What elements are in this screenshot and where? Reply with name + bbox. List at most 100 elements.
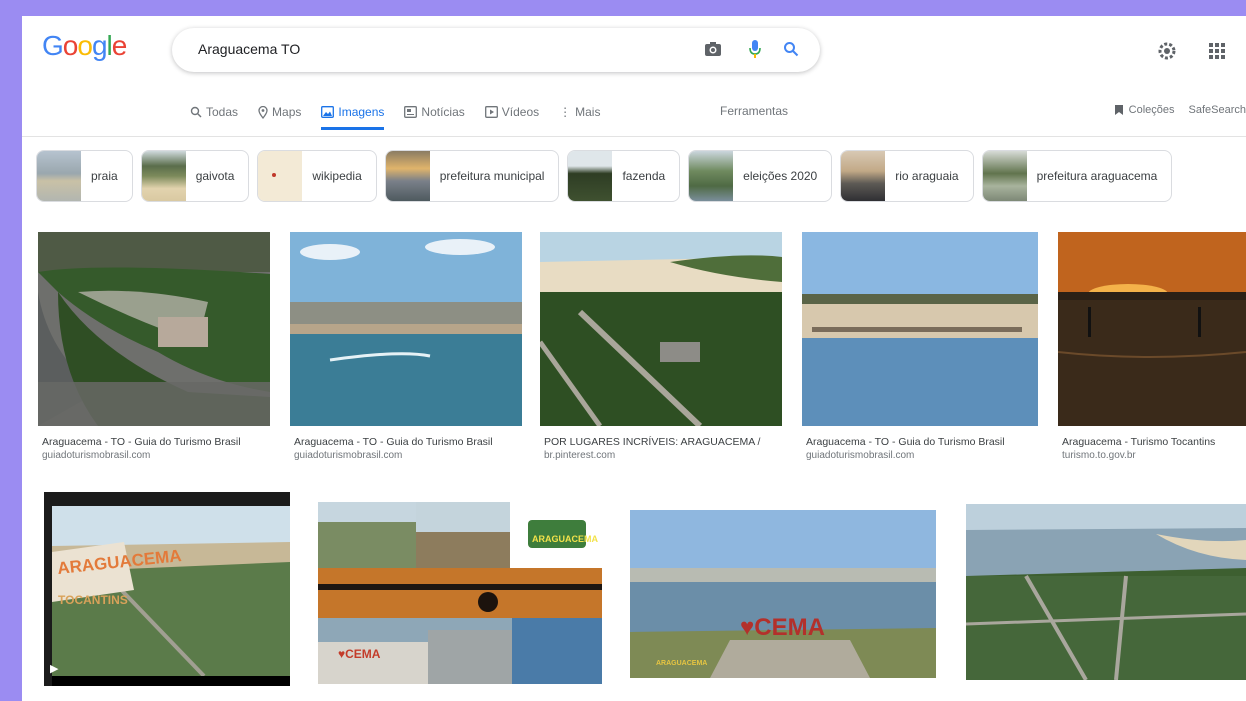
image-result[interactable]: POR LUGARES INCRÍVEIS: ARAGUACEMA / br.p… — [540, 232, 784, 462]
result-title[interactable]: Araguacema - TO - Guia do Turismo Brasil — [806, 436, 1042, 448]
overlay-title: ♥CEMA — [740, 614, 825, 641]
search-tabs: Todas Maps Imagens Notícias Vídeos ⋮ Mai… — [190, 102, 620, 130]
logo-letter: e — [111, 30, 128, 61]
result-thumbnail[interactable] — [966, 504, 1246, 680]
header-right-links: Coleções SafeSearch — [1114, 104, 1246, 116]
bookmark-icon — [1114, 105, 1123, 115]
search-icon — [190, 106, 202, 118]
tab-maps[interactable]: Maps — [258, 102, 301, 130]
chip-thumbnail — [141, 151, 186, 201]
news-icon — [404, 106, 418, 118]
thumbnail-overlay: ARAGUACEMA ♥CEMA — [338, 534, 598, 661]
result-title[interactable]: Araguacema - TO - Guia do Turismo Brasil — [42, 436, 272, 448]
more-icon: ⋮ — [559, 105, 572, 119]
logo-letter: g — [91, 30, 108, 61]
header-divider — [22, 136, 1246, 137]
map-pin-icon — [258, 105, 268, 119]
tab-noticias[interactable]: Notícias — [404, 102, 465, 130]
result-title[interactable]: POR LUGARES INCRÍVEIS: ARAGUACEMA / — [544, 436, 784, 448]
chip-gaivota[interactable]: gaivota — [140, 150, 250, 202]
chip-prefeitura-municipal[interactable]: prefeitura municipal — [384, 150, 560, 202]
tab-imagens[interactable]: Imagens — [321, 102, 385, 130]
result-thumbnail[interactable] — [38, 232, 270, 426]
tab-label: Todas — [206, 105, 239, 119]
video-icon — [484, 106, 498, 118]
chip-prefeitura-araguacema[interactable]: prefeitura araguacema — [981, 150, 1173, 202]
result-source: guiadoturismobrasil.com — [294, 450, 403, 461]
tab-videos[interactable]: Vídeos — [484, 102, 540, 130]
overlay-subtitle: ♥CEMA — [338, 647, 381, 661]
image-result[interactable] — [966, 504, 1246, 692]
logo-letter: o — [77, 30, 93, 61]
apps-grid-icon[interactable] — [1204, 38, 1230, 64]
result-thumbnail[interactable] — [802, 232, 1038, 426]
overlay-subtitle: ARAGUACEMA — [656, 660, 707, 667]
chip-thumbnail — [568, 151, 613, 201]
result-source: br.pinterest.com — [544, 450, 616, 461]
result-source: guiadoturismobrasil.com — [42, 450, 151, 461]
logo-letter: o — [62, 30, 79, 61]
chip-praia[interactable]: praia — [36, 150, 133, 202]
image-result[interactable]: Araguacema - Turismo Tocantins turismo.t… — [1058, 232, 1246, 462]
chip-label: rio araguaia — [895, 169, 959, 183]
chip-thumbnail — [37, 151, 81, 201]
overlay-title: ARAGUACEMA — [56, 546, 182, 578]
safesearch-link[interactable]: SafeSearch — [1189, 104, 1246, 116]
chip-label: prefeitura araguacema — [1036, 169, 1158, 183]
chip-label: wikipedia — [312, 169, 362, 183]
result-thumbnail[interactable] — [1058, 232, 1246, 426]
image-result[interactable]: Araguacema - TO - Guia do Turismo Brasil… — [290, 232, 524, 462]
chip-label: fazenda — [622, 169, 666, 183]
chip-label: eleições 2020 — [743, 169, 818, 183]
overlay-subtitle: TOCANTINS — [58, 593, 128, 607]
logo-letter: G — [42, 30, 64, 61]
thumbnail-overlay: ARAGUACEMA TOCANTINS — [56, 546, 182, 607]
result-thumbnail[interactable] — [290, 232, 522, 426]
search-input[interactable]: Araguacema TO — [198, 41, 300, 57]
image-result[interactable]: ARAGUACEMA TOCANTINS ▶ — [44, 492, 292, 692]
chip-label: gaivota — [195, 169, 235, 183]
camera-icon[interactable] — [702, 38, 724, 60]
chip-wikipedia[interactable]: wikipedia — [257, 150, 377, 202]
collections-label: Coleções — [1128, 104, 1175, 116]
collections-link[interactable]: Coleções — [1114, 104, 1175, 116]
related-chips: praia gaivota wikipedia prefeitura munic… — [36, 150, 1173, 202]
thumbnail-overlay: ♥CEMA ARAGUACEMA — [656, 614, 825, 667]
gear-icon[interactable] — [1154, 38, 1180, 64]
tab-mais[interactable]: ⋮ Mais — [559, 102, 600, 130]
chip-thumbnail — [385, 151, 430, 201]
result-title[interactable]: Araguacema - Turismo Tocantins — [1062, 436, 1246, 448]
chip-thumbnail — [841, 151, 886, 201]
search-icon[interactable] — [780, 38, 802, 60]
search-bar[interactable]: Araguacema TO — [172, 28, 820, 72]
tab-todas[interactable]: Todas — [190, 102, 238, 130]
chip-thumbnail — [258, 151, 303, 201]
chip-thumbnail — [982, 151, 1027, 201]
tools-button[interactable]: Ferramentas — [720, 104, 788, 118]
play-icon[interactable]: ▶ — [50, 662, 58, 675]
image-result[interactable]: ♥CEMA ARAGUACEMA — [630, 510, 938, 692]
tab-label: Vídeos — [501, 105, 540, 119]
image-icon — [321, 106, 335, 118]
tab-label: Maps — [272, 105, 302, 119]
google-logo[interactable]: Google — [42, 30, 128, 62]
tab-label: Imagens — [338, 105, 385, 119]
tab-label: Mais — [575, 105, 601, 119]
image-result[interactable]: Araguacema - TO - Guia do Turismo Brasil… — [38, 232, 272, 462]
image-result[interactable]: Araguacema - TO - Guia do Turismo Brasil… — [802, 232, 1040, 462]
browser-page: Google Araguacema TO Todas Maps Imagens … — [22, 16, 1246, 701]
image-result[interactable]: ARAGUACEMA ♥CEMA — [318, 502, 604, 692]
result-source: guiadoturismobrasil.com — [806, 450, 915, 461]
chip-rio-araguaia[interactable]: rio araguaia — [840, 150, 974, 202]
overlay-title: ARAGUACEMA — [532, 534, 598, 544]
chip-label: praia — [91, 169, 118, 183]
chip-thumbnail — [689, 151, 734, 201]
chip-eleicoes-2020[interactable]: eleições 2020 — [688, 150, 833, 202]
chip-fazenda[interactable]: fazenda — [567, 150, 681, 202]
result-thumbnail[interactable] — [540, 232, 782, 426]
chip-label: prefeitura municipal — [439, 169, 545, 183]
result-title[interactable]: Araguacema - TO - Guia do Turismo Brasil — [294, 436, 524, 448]
tab-label: Notícias — [421, 105, 465, 119]
mic-icon[interactable] — [744, 38, 766, 60]
result-source: turismo.to.gov.br — [1062, 450, 1136, 461]
